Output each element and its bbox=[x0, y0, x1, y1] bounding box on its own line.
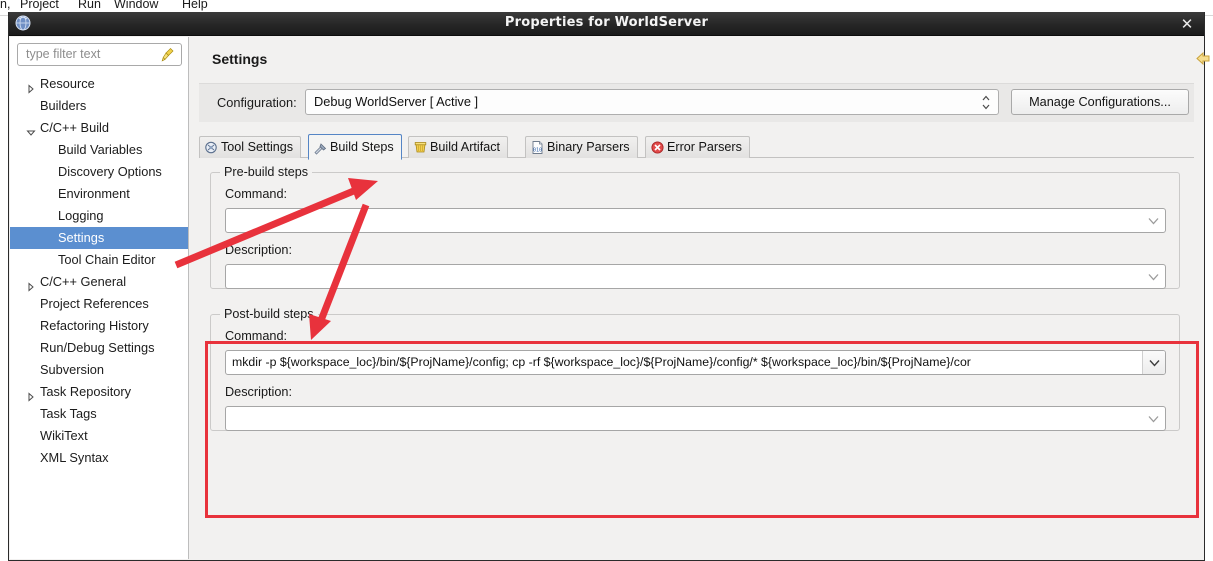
sidebar-item-label: C/C++ Build bbox=[40, 120, 109, 135]
chevron-right-icon[interactable] bbox=[26, 277, 36, 292]
chevron-down-icon[interactable] bbox=[26, 123, 36, 136]
configuration-select[interactable]: Debug WorldServer [ Active ] bbox=[305, 89, 999, 115]
sidebar-item-wikitext[interactable]: WikiText bbox=[10, 425, 188, 447]
menu-item-run[interactable]: Run bbox=[78, 0, 101, 11]
sidebar-item-tool-chain-editor[interactable]: Tool Chain Editor bbox=[10, 249, 188, 271]
sidebar-item-cpp-build[interactable]: C/C++ Build bbox=[10, 117, 188, 139]
sidebar-item-label: Subversion bbox=[40, 362, 105, 377]
tab-binary-parsers[interactable]: 010 Binary Parsers bbox=[525, 136, 638, 158]
tab-build-steps[interactable]: Build Steps bbox=[308, 134, 402, 160]
binary-parsers-icon: 010 bbox=[530, 140, 545, 155]
tab-tool-settings[interactable]: Tool Settings bbox=[199, 136, 302, 158]
chevron-down-icon[interactable] bbox=[1142, 209, 1165, 232]
build-artifact-icon bbox=[413, 140, 428, 155]
pre-build-description-field[interactable] bbox=[225, 264, 1166, 289]
sidebar-item-settings[interactable]: Settings bbox=[10, 227, 188, 249]
tab-build-artifact[interactable]: Build Artifact bbox=[408, 136, 508, 158]
post-build-steps-title: Post-build steps bbox=[220, 307, 318, 321]
configuration-value: Debug WorldServer [ Active ] bbox=[314, 94, 479, 109]
tab-error-parsers[interactable]: Error Parsers bbox=[645, 136, 750, 158]
post-build-steps-highlight bbox=[205, 341, 1199, 518]
configuration-label: Configuration: bbox=[217, 95, 297, 110]
tab-label: Error Parsers bbox=[667, 140, 742, 154]
page-title: Settings bbox=[212, 51, 268, 67]
dialog-title: Properties for WorldServer bbox=[504, 15, 709, 30]
menu-item-0[interactable]: n, bbox=[0, 0, 10, 11]
menu-item-help[interactable]: Help bbox=[182, 0, 208, 11]
sidebar-item-label: Task Repository bbox=[40, 384, 132, 399]
sidebar-item-project-references[interactable]: Project References bbox=[10, 293, 188, 315]
close-icon[interactable]: ✕ bbox=[1178, 15, 1196, 33]
pre-build-command-field[interactable] bbox=[225, 208, 1166, 233]
sidebar-item-task-repository[interactable]: Task Repository bbox=[10, 381, 188, 403]
sidebar-item-label: Tool Chain Editor bbox=[58, 252, 156, 267]
sidebar-item-build-variables[interactable]: Build Variables bbox=[10, 139, 188, 161]
screenshot-root: n, Project Run Window Help Properties fo… bbox=[0, 0, 1213, 561]
menu-item-window[interactable]: Window bbox=[114, 0, 158, 11]
sidebar-item-label: Resource bbox=[40, 76, 95, 91]
sidebar-item-label: Refactoring History bbox=[40, 318, 149, 333]
tab-label: Binary Parsers bbox=[547, 140, 630, 154]
settings-tabs: Tool Settings Build Steps Build Artifact… bbox=[199, 134, 1194, 160]
sidebar-item-run-debug-settings[interactable]: Run/Debug Settings bbox=[10, 337, 188, 359]
settings-tree[interactable]: Resource Builders C/C++ Build Build Vari… bbox=[10, 73, 188, 469]
sidebar-item-label: Task Tags bbox=[40, 406, 97, 421]
chevron-down-icon[interactable] bbox=[1142, 265, 1165, 288]
back-arrow-icon[interactable] bbox=[1193, 49, 1213, 71]
sidebar-item-resource[interactable]: Resource bbox=[10, 73, 188, 95]
chevron-right-icon[interactable] bbox=[26, 79, 36, 94]
pre-build-steps-title: Pre-build steps bbox=[220, 165, 312, 179]
error-parsers-icon bbox=[650, 140, 665, 155]
pre-build-command-label: Command: bbox=[225, 187, 288, 201]
tab-label: Tool Settings bbox=[221, 140, 294, 154]
chevron-right-icon[interactable] bbox=[26, 387, 36, 402]
sidebar-item-task-tags[interactable]: Task Tags bbox=[10, 403, 188, 425]
sidebar-item-label: XML Syntax bbox=[40, 450, 109, 465]
filter-placeholder: type filter text bbox=[26, 47, 101, 61]
broom-clear-icon[interactable] bbox=[160, 47, 175, 63]
configuration-bar: Configuration: Debug WorldServer [ Activ… bbox=[199, 83, 1194, 122]
build-steps-icon bbox=[313, 140, 328, 155]
settings-tree-panel: type filter text Resource Builders C/C++… bbox=[10, 37, 189, 559]
sidebar-item-xml-syntax[interactable]: XML Syntax bbox=[10, 447, 188, 469]
sidebar-item-builders[interactable]: Builders bbox=[10, 95, 188, 117]
sidebar-item-label: Build Variables bbox=[58, 142, 143, 157]
sidebar-item-label: Discovery Options bbox=[58, 164, 162, 179]
sidebar-item-label: Run/Debug Settings bbox=[40, 340, 155, 355]
sidebar-item-cpp-general[interactable]: C/C++ General bbox=[10, 271, 188, 293]
dialog-titlebar[interactable]: Properties for WorldServer ✕ bbox=[9, 12, 1204, 36]
sidebar-item-logging[interactable]: Logging bbox=[10, 205, 188, 227]
sidebar-item-label: C/C++ General bbox=[40, 274, 127, 289]
sidebar-item-label: Project References bbox=[40, 296, 149, 311]
sidebar-item-label: Builders bbox=[40, 98, 87, 113]
sidebar-item-environment[interactable]: Environment bbox=[10, 183, 188, 205]
sidebar-item-subversion[interactable]: Subversion bbox=[10, 359, 188, 381]
sidebar-item-discovery-options[interactable]: Discovery Options bbox=[10, 161, 188, 183]
tool-settings-icon bbox=[204, 140, 219, 155]
tab-label: Build Artifact bbox=[430, 140, 500, 154]
spinner-updown-icon[interactable] bbox=[981, 94, 991, 111]
sidebar-item-label: Environment bbox=[58, 186, 130, 201]
sidebar-item-refactoring-history[interactable]: Refactoring History bbox=[10, 315, 188, 337]
manage-configurations-button[interactable]: Manage Configurations... bbox=[1011, 89, 1189, 115]
tab-label: Build Steps bbox=[330, 140, 394, 154]
filter-text-field[interactable]: type filter text bbox=[17, 43, 182, 66]
sidebar-item-label: Logging bbox=[58, 208, 104, 223]
sidebar-item-label: Settings bbox=[58, 230, 105, 245]
pre-build-description-label: Description: bbox=[225, 243, 292, 257]
pre-build-steps-group: Pre-build steps Command: Description: bbox=[210, 165, 1180, 289]
svg-text:010: 010 bbox=[533, 148, 542, 154]
menu-item-project[interactable]: Project bbox=[20, 0, 59, 11]
sidebar-item-label: WikiText bbox=[40, 428, 88, 443]
